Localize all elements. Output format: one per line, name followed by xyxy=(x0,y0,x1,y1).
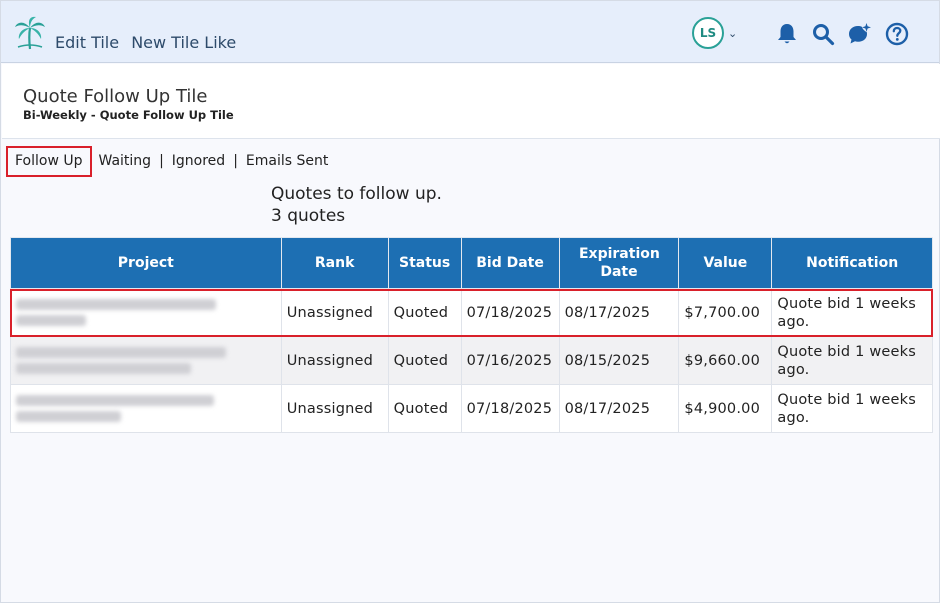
table-row[interactable]: Unassigned Quoted 07/18/2025 08/17/2025 … xyxy=(10,288,933,337)
search-icon[interactable] xyxy=(811,22,835,46)
summary-description: Quotes to follow up. xyxy=(271,184,442,204)
notification-cell: Quote bid 1 weeks ago. xyxy=(771,288,933,337)
top-links: Edit Tile New Tile Like xyxy=(55,33,243,52)
top-bar: Edit Tile New Tile Like LS ⌄ xyxy=(1,1,939,63)
table-row[interactable]: Unassigned Quoted 07/18/2025 08/17/2025 … xyxy=(10,384,933,433)
status-cell: Quoted xyxy=(387,384,462,433)
chat-sparkle-icon[interactable] xyxy=(847,22,871,46)
status-cell: Quoted xyxy=(387,336,462,385)
column-header-project[interactable]: Project xyxy=(10,237,282,289)
user-avatar[interactable]: LS xyxy=(692,17,724,49)
tab-separator: | xyxy=(233,153,238,169)
tab-waiting[interactable]: Waiting xyxy=(92,153,159,169)
expiration-date-cell: 08/17/2025 xyxy=(558,384,680,433)
column-header-rank[interactable]: Rank xyxy=(280,237,389,289)
filter-tabs: Follow Up Waiting | Ignored | Emails Sen… xyxy=(6,145,335,177)
bid-date-cell: 07/16/2025 xyxy=(460,336,560,385)
column-header-status[interactable]: Status xyxy=(387,237,462,289)
quotes-table: Project Rank Status Bid Date Expiration … xyxy=(10,237,933,433)
tab-follow-up[interactable]: Follow Up xyxy=(6,145,92,177)
tab-separator: | xyxy=(159,153,164,169)
table-header-row: Project Rank Status Bid Date Expiration … xyxy=(10,237,933,289)
summary-count: 3 quotes xyxy=(271,206,346,226)
expiration-date-cell: 08/17/2025 xyxy=(558,288,680,337)
tab-emails-sent[interactable]: Emails Sent xyxy=(239,153,335,169)
column-header-bid-date[interactable]: Bid Date xyxy=(460,237,560,289)
status-cell: Quoted xyxy=(387,288,462,337)
bid-date-cell: 07/18/2025 xyxy=(460,288,560,337)
notification-cell: Quote bid 1 weeks ago. xyxy=(771,384,933,433)
column-header-value[interactable]: Value xyxy=(678,237,773,289)
rank-cell: Unassigned xyxy=(280,384,389,433)
tile-header: Quote Follow Up Tile Bi-Weekly - Quote F… xyxy=(2,64,940,139)
quotes-summary: Quotes to follow up. 3 quotes xyxy=(271,183,442,227)
bell-icon[interactable] xyxy=(775,22,799,46)
expiration-date-cell: 08/15/2025 xyxy=(558,336,680,385)
app-window: Edit Tile New Tile Like LS ⌄ Quote Follo… xyxy=(0,0,940,603)
help-icon[interactable] xyxy=(885,22,909,46)
rank-cell: Unassigned xyxy=(280,336,389,385)
tab-ignored[interactable]: Ignored xyxy=(165,153,232,169)
edit-tile-link[interactable]: Edit Tile xyxy=(55,33,119,52)
chevron-down-icon[interactable]: ⌄ xyxy=(728,27,737,40)
value-cell: $9,660.00 xyxy=(678,336,773,385)
bid-date-cell: 07/18/2025 xyxy=(460,384,560,433)
project-cell-redacted[interactable] xyxy=(10,336,282,385)
rank-cell: Unassigned xyxy=(280,288,389,337)
project-cell-redacted[interactable] xyxy=(10,384,282,433)
notification-cell: Quote bid 1 weeks ago. xyxy=(771,336,933,385)
table-row[interactable]: Unassigned Quoted 07/16/2025 08/15/2025 … xyxy=(10,336,933,385)
page-subtitle: Bi-Weekly - Quote Follow Up Tile xyxy=(23,108,234,122)
new-tile-like-link[interactable]: New Tile Like xyxy=(131,33,236,52)
column-header-notification[interactable]: Notification xyxy=(771,237,933,289)
palm-tree-logo-icon[interactable] xyxy=(14,16,46,50)
column-header-expiration-date[interactable]: Expiration Date xyxy=(558,237,680,289)
value-cell: $7,700.00 xyxy=(678,288,773,337)
project-cell-redacted[interactable] xyxy=(10,288,282,337)
page-title: Quote Follow Up Tile xyxy=(23,86,208,107)
value-cell: $4,900.00 xyxy=(678,384,773,433)
